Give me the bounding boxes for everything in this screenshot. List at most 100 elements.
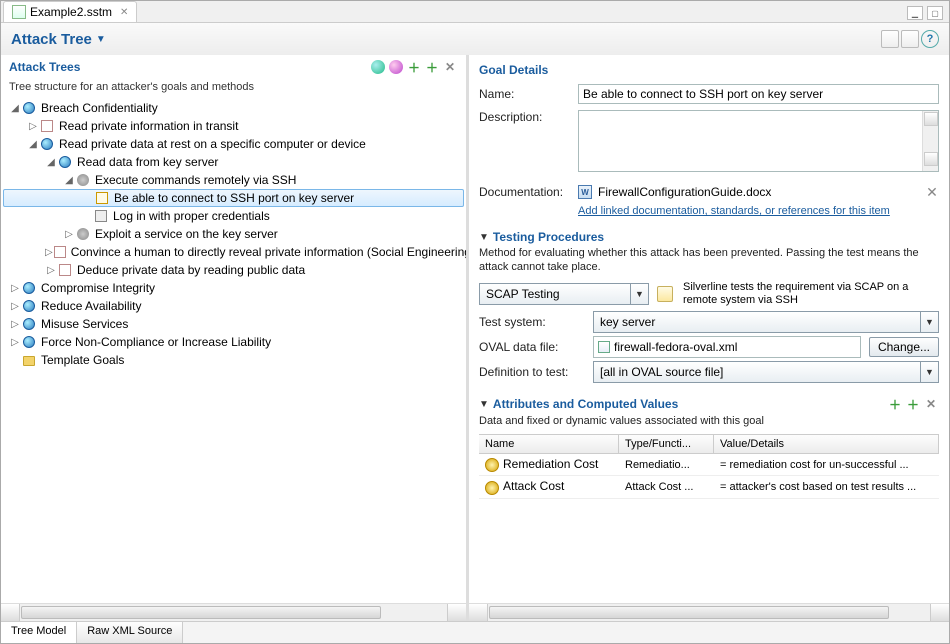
documentation-file[interactable]: FirewallConfigurationGuide.docx xyxy=(598,185,771,199)
goal-icon xyxy=(23,102,35,114)
expander-icon[interactable]: ▷ xyxy=(9,319,21,330)
tree-node[interactable]: Execute commands remotely via SSH xyxy=(93,173,298,187)
chevron-down-icon[interactable]: ▼ xyxy=(920,312,938,332)
page-header: Attack Tree ▼ ? xyxy=(1,23,949,55)
bottom-tab-bar: Tree Model Raw XML Source xyxy=(1,621,949,643)
chevron-down-icon[interactable]: ▼ xyxy=(479,232,489,243)
oval-file-label: OVAL data file: xyxy=(479,340,589,354)
attack-trees-subtitle: Tree structure for an attacker's goals a… xyxy=(1,79,466,99)
goal-details-panel: Goal Details Name: Be able to connect to… xyxy=(469,55,949,621)
tab-raw-xml[interactable]: Raw XML Source xyxy=(77,622,183,643)
attributes-desc: Data and fixed or dynamic values associa… xyxy=(479,414,939,428)
attack-tree[interactable]: ◢ Breach Confidentiality ▷ Read private in… xyxy=(1,99,466,603)
maximize-button[interactable]: ▢ xyxy=(927,6,943,20)
expander-icon[interactable]: ▷ xyxy=(9,337,21,348)
gear-icon xyxy=(485,458,499,472)
col-name[interactable]: Name xyxy=(479,435,619,453)
close-icon[interactable]: ✕ xyxy=(120,7,128,18)
remove-doc-icon[interactable]: ✕ xyxy=(925,185,939,199)
vertical-scrollbar[interactable] xyxy=(922,111,938,171)
test-system-label: Test system: xyxy=(479,315,589,329)
horizontal-scrollbar[interactable] xyxy=(1,603,466,621)
horizontal-scrollbar[interactable] xyxy=(469,603,949,621)
tree-node[interactable]: Read private information in transit xyxy=(57,119,240,133)
testing-title: Testing Procedures xyxy=(493,230,604,244)
oval-file-input[interactable]: firewall-fedora-oval.xml xyxy=(593,336,861,358)
doc-icon xyxy=(54,246,66,258)
description-label: Description: xyxy=(479,110,574,124)
add-overlay-icon[interactable]: ＋ xyxy=(424,59,440,75)
tree-node[interactable]: Read private data at rest on a specific … xyxy=(57,137,368,151)
tree-node[interactable]: Log in with proper credentials xyxy=(111,209,272,223)
goal-icon xyxy=(23,300,35,312)
key-icon xyxy=(96,192,108,204)
attributes-table: Name Type/Functi... Value/Details Remedi… xyxy=(479,434,939,498)
page-title: Attack Tree xyxy=(11,31,92,48)
expander-icon[interactable]: ◢ xyxy=(63,175,75,186)
expander-icon[interactable]: ▷ xyxy=(45,247,53,258)
expander-icon[interactable]: ▷ xyxy=(9,283,21,294)
tree-node[interactable]: Compromise Integrity xyxy=(39,281,157,295)
expander-icon[interactable]: ▷ xyxy=(27,121,39,132)
attack-trees-panel: Attack Trees ＋ ＋ ✕ Tree structure for an… xyxy=(1,55,469,621)
chevron-down-icon[interactable]: ▼ xyxy=(630,284,648,304)
credentials-icon xyxy=(95,210,107,222)
tree-node[interactable]: Breach Confidentiality xyxy=(39,101,160,115)
expander-icon[interactable]: ◢ xyxy=(27,139,39,150)
goal-details-title: Goal Details xyxy=(479,63,548,77)
definition-label: Definition to test: xyxy=(479,365,589,379)
tree-node[interactable]: Convince a human to directly reveal priv… xyxy=(69,245,466,259)
attributes-title: Attributes and Computed Values xyxy=(493,397,678,411)
test-system-combo[interactable]: key server▼ xyxy=(593,311,939,333)
expander-icon[interactable]: ◢ xyxy=(9,103,21,114)
expander-icon[interactable]: ◢ xyxy=(45,157,57,168)
name-input[interactable]: Be able to connect to SSH port on key se… xyxy=(578,84,939,104)
delete-icon[interactable]: ✕ xyxy=(442,59,458,75)
add-attribute-icon[interactable]: ＋ xyxy=(887,396,903,412)
description-input[interactable] xyxy=(578,110,939,172)
goal-icon xyxy=(59,156,71,168)
view-icon-2[interactable] xyxy=(901,30,919,48)
file-tab[interactable]: Example2.sstm ✕ xyxy=(3,1,137,22)
change-button[interactable]: Change... xyxy=(869,337,939,357)
tree-node[interactable]: Force Non-Compliance or Increase Liabili… xyxy=(39,335,273,349)
view-icon-1[interactable] xyxy=(881,30,899,48)
action-icon xyxy=(77,174,89,186)
add-attribute-overlay-icon[interactable]: ＋ xyxy=(905,396,921,412)
expander-icon[interactable]: ▷ xyxy=(45,265,57,276)
tree-node[interactable]: Deduce private data by reading public da… xyxy=(75,263,307,277)
definition-combo[interactable]: [all in OVAL source file]▼ xyxy=(593,361,939,383)
tree-node[interactable]: Misuse Services xyxy=(39,317,130,331)
col-type[interactable]: Type/Functi... xyxy=(619,435,714,453)
table-row[interactable]: Remediation Cost Remediatio... = remedia… xyxy=(479,454,939,476)
tab-tree-model[interactable]: Tree Model xyxy=(1,622,77,643)
table-row[interactable]: Attack Cost Attack Cost ... = attacker's… xyxy=(479,476,939,498)
chevron-down-icon[interactable]: ▼ xyxy=(479,399,489,410)
folder-icon xyxy=(23,356,35,366)
test-method-combo[interactable]: SCAP Testing▼ xyxy=(479,283,649,305)
expander-icon[interactable]: ▷ xyxy=(9,301,21,312)
tree-node-selected[interactable]: Be able to connect to SSH port on key se… xyxy=(112,191,356,205)
tree-node[interactable]: Read data from key server xyxy=(75,155,220,169)
doc-icon xyxy=(59,264,71,276)
test-method-desc: Silverline tests the requirement via SCA… xyxy=(683,281,939,309)
delete-attribute-icon[interactable]: ✕ xyxy=(923,396,939,412)
col-value[interactable]: Value/Details xyxy=(714,435,939,453)
add-documentation-link[interactable]: Add linked documentation, standards, or … xyxy=(578,205,890,217)
tree-node[interactable]: Exploit a service on the key server xyxy=(93,227,280,241)
help-icon[interactable]: ? xyxy=(921,30,939,48)
testing-desc: Method for evaluating whether this attac… xyxy=(479,246,939,275)
minimize-button[interactable]: ▁ xyxy=(907,6,923,20)
chevron-down-icon[interactable]: ▼ xyxy=(96,34,106,45)
tree-node[interactable]: Reduce Availability xyxy=(39,299,144,313)
tree-node[interactable]: Template Goals xyxy=(39,353,126,367)
chevron-down-icon[interactable]: ▼ xyxy=(920,362,938,382)
globe-icon[interactable] xyxy=(370,59,386,75)
expander-icon[interactable]: ▷ xyxy=(63,229,75,240)
goal-icon xyxy=(41,138,53,150)
file-icon xyxy=(12,5,26,19)
add-icon[interactable]: ＋ xyxy=(406,59,422,75)
documentation-label: Documentation: xyxy=(479,185,574,199)
word-doc-icon: W xyxy=(578,185,592,199)
globe-alt-icon[interactable] xyxy=(388,59,404,75)
